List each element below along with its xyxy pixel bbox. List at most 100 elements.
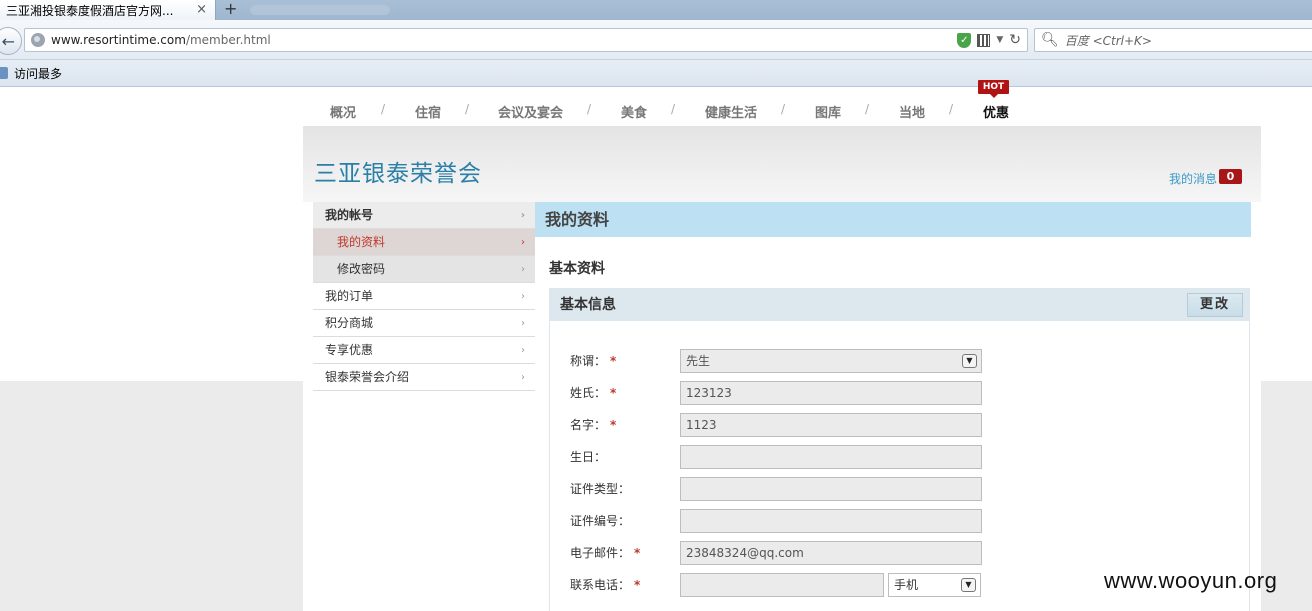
required-mark: * <box>634 578 641 592</box>
id-type-row: 证件类型： <box>570 477 1230 501</box>
sidebar-item-my-profile[interactable]: 我的资料 › <box>313 229 535 256</box>
browser-nav-bar: ← www.resortintime.com/member.html ✓ ▼ ↻… <box>0 20 1312 60</box>
search-placeholder: 百度 <Ctrl+K> <box>1064 33 1152 48</box>
basic-info-header: 基本信息 更改 <box>550 289 1249 321</box>
back-arrow-icon: ← <box>1 31 15 51</box>
chevron-right-icon: › <box>521 345 525 356</box>
sidebar-item-my-orders[interactable]: 我的订单 › <box>313 283 535 310</box>
profile-content: 我的资料 基本资料 基本信息 更改 称谓： * 先生 ▼ 姓氏： * 123123 … <box>535 202 1251 611</box>
sidebar-item-exclusive-offers[interactable]: 专享优惠 › <box>313 337 535 364</box>
sidebar-item-label: 我的订单 <box>325 289 374 303</box>
nav-separator: / <box>465 102 470 116</box>
required-mark: * <box>610 386 617 400</box>
url-path: /member.html <box>185 33 271 47</box>
birthday-field[interactable] <box>680 445 982 469</box>
id-number-row: 证件编号： <box>570 509 1230 533</box>
bookmark-folder-icon <box>0 67 8 79</box>
nav-separator: / <box>587 102 592 116</box>
nav-item-local[interactable]: 当地 <box>899 102 925 121</box>
back-button[interactable]: ← <box>0 27 22 55</box>
nav-item-gallery[interactable]: 图库 <box>815 102 841 121</box>
email-label: 电子邮件： * <box>570 546 641 560</box>
sidebar-item-label: 积分商城 <box>325 316 374 330</box>
chevron-right-icon: › <box>521 318 525 329</box>
given-name-row: 名字： * 1123 <box>570 413 1230 437</box>
chevron-down-icon: ▼ <box>962 354 977 368</box>
sidebar-item-label: 银泰荣誉会介绍 <box>325 370 410 384</box>
id-number-field[interactable] <box>680 509 982 533</box>
email-row: 电子邮件： * 23848324@qq.com <box>570 541 1230 565</box>
phone-label: 联系电话： * <box>570 578 641 592</box>
salutation-row: 称谓： * 先生 ▼ <box>570 349 1230 373</box>
search-box[interactable]: 🔍︎ 百度 <Ctrl+K> <box>1034 28 1312 52</box>
phone-field[interactable] <box>680 573 884 597</box>
browser-tab-bar: 三亚湘投银泰度假酒店官方网... × + <box>0 0 1312 20</box>
search-icon: 🔍︎ <box>1041 32 1059 48</box>
url-text: www.resortintime.com/member.html <box>51 33 271 47</box>
nav-item-overview[interactable]: 概况 <box>330 102 356 121</box>
salutation-label: 称谓： * <box>570 354 617 368</box>
phone-type-select[interactable]: 手机 ▼ <box>888 573 981 597</box>
chevron-right-icon: › <box>521 264 525 275</box>
chevron-right-icon: › <box>521 237 525 248</box>
given-name-field[interactable]: 1123 <box>680 413 982 437</box>
qr-code-icon[interactable] <box>977 33 991 47</box>
section-title: 基本资料 <box>549 261 605 277</box>
required-mark: * <box>610 354 617 368</box>
security-shield-icon[interactable]: ✓ <box>957 32 972 48</box>
sidebar-item-change-password[interactable]: 修改密码 › <box>313 256 535 283</box>
phone-type-value: 手机 <box>894 578 919 592</box>
url-host: www.resortintime.com <box>51 33 186 47</box>
birthday-label: 生日： <box>570 450 607 464</box>
address-bar-icons: ✓ ▼ ↻ <box>957 32 1021 48</box>
required-mark: * <box>610 418 617 432</box>
sidebar-item-label: 专享优惠 <box>325 343 374 357</box>
nav-item-offers[interactable]: 优惠 <box>983 102 1009 121</box>
birthday-row: 生日： <box>570 445 1230 469</box>
edit-button[interactable]: 更改 <box>1187 293 1243 317</box>
id-type-field[interactable] <box>680 477 982 501</box>
member-sidebar: 我的帐号 › 我的资料 › 修改密码 › 我的订单 › 积分商城 › 专享优惠 … <box>313 202 535 391</box>
required-mark: * <box>634 546 641 560</box>
basic-info-box: 基本信息 更改 称谓： * 先生 ▼ 姓氏： * 123123 名字： * 1123 … <box>549 288 1250 611</box>
reload-icon[interactable]: ↻ <box>1009 32 1021 48</box>
chevron-down-icon: ▼ <box>961 578 976 592</box>
nav-separator: / <box>671 102 676 116</box>
tab-close-icon[interactable]: × <box>196 2 207 17</box>
nav-item-rooms[interactable]: 住宿 <box>415 102 441 121</box>
browser-tab[interactable]: 三亚湘投银泰度假酒店官方网... × <box>0 0 216 20</box>
nav-separator: / <box>381 102 386 116</box>
messages-count-badge[interactable]: 0 <box>1219 169 1242 184</box>
nav-separator: / <box>949 102 954 116</box>
tab-title: 三亚湘投银泰度假酒店官方网... <box>6 3 174 18</box>
globe-icon <box>31 33 45 47</box>
chevron-right-icon: › <box>521 372 525 383</box>
surname-label: 姓氏： * <box>570 386 617 400</box>
bookmarks-bar: 访问最多 <box>0 60 1312 87</box>
blurred-tab <box>250 5 390 15</box>
nav-item-wellness[interactable]: 健康生活 <box>705 102 757 121</box>
nav-separator: / <box>865 102 870 116</box>
sidebar-item-points-mall[interactable]: 积分商城 › <box>313 310 535 337</box>
nav-item-meetings[interactable]: 会议及宴会 <box>498 102 563 121</box>
surname-field[interactable]: 123123 <box>680 381 982 405</box>
email-field[interactable]: 23848324@qq.com <box>680 541 982 565</box>
salutation-select[interactable]: 先生 ▼ <box>680 349 982 373</box>
my-messages-link[interactable]: 我的消息 <box>1169 170 1217 187</box>
given-name-label: 名字： * <box>570 418 617 432</box>
address-bar[interactable]: www.resortintime.com/member.html ✓ ▼ ↻ <box>24 28 1028 52</box>
salutation-value: 先生 <box>686 354 711 368</box>
bookmark-most-visited[interactable]: 访问最多 <box>14 65 62 82</box>
nav-item-dining[interactable]: 美食 <box>621 102 647 121</box>
sidebar-item-label: 我的帐号 <box>325 208 374 222</box>
sidebar-item-my-account[interactable]: 我的帐号 › <box>313 202 535 229</box>
surname-row: 姓氏： * 123123 <box>570 381 1230 405</box>
basic-info-title: 基本信息 <box>560 297 616 313</box>
new-tab-button[interactable]: + <box>224 0 237 18</box>
chevron-right-icon: › <box>521 291 525 302</box>
id-type-label: 证件类型： <box>570 482 631 496</box>
sidebar-item-label: 我的资料 <box>337 235 386 249</box>
sidebar-item-club-intro[interactable]: 银泰荣誉会介绍 › <box>313 364 535 391</box>
member-panel: 三亚银泰荣誉会 我的消息 0 我的帐号 › 我的资料 › 修改密码 › 我的订单… <box>303 126 1261 611</box>
dropdown-arrow-icon[interactable]: ▼ <box>996 35 1003 45</box>
